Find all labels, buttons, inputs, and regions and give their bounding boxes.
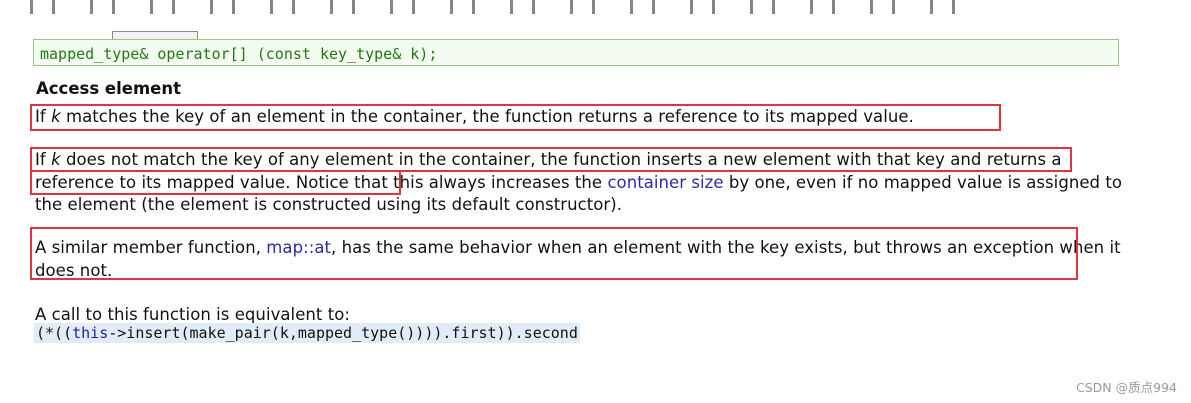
para2-key-k: k bbox=[51, 150, 61, 169]
function-prototype: mapped_type& operator[] (const key_type&… bbox=[40, 45, 438, 63]
equiv-this-keyword: this bbox=[72, 324, 109, 342]
equiv-rest: ->insert(make_pair(k,mapped_type()))).fi… bbox=[108, 324, 578, 342]
container-size-link[interactable]: container size bbox=[607, 173, 723, 192]
para3-text-1: A similar member function, bbox=[35, 238, 267, 257]
cropped-text-fragment bbox=[30, 0, 980, 14]
paragraph-map-at: A similar member function, map::at, has … bbox=[35, 237, 1125, 282]
para1-text-1: If bbox=[35, 107, 52, 126]
equiv-open: (*(( bbox=[36, 324, 73, 342]
equivalent-code: (*((this->insert(make_pair(k,mapped_type… bbox=[34, 323, 580, 343]
para1-text-2: matches the key of an element in the con… bbox=[60, 107, 914, 126]
map-at-link[interactable]: map::at bbox=[266, 238, 331, 257]
function-prototype-box: mapped_type& operator[] (const key_type&… bbox=[33, 39, 1119, 66]
watermark: CSDN @质点994 bbox=[1076, 380, 1177, 395]
cropped-top-text bbox=[0, 0, 1191, 24]
section-heading: Access element bbox=[36, 79, 181, 98]
paragraph-match-case: If k matches the key of an element in th… bbox=[35, 106, 1125, 129]
paragraph-insert-case: If k does not match the key of any eleme… bbox=[35, 149, 1125, 217]
para1-key-k: k bbox=[51, 107, 61, 126]
para2-text-1: If bbox=[35, 150, 52, 169]
